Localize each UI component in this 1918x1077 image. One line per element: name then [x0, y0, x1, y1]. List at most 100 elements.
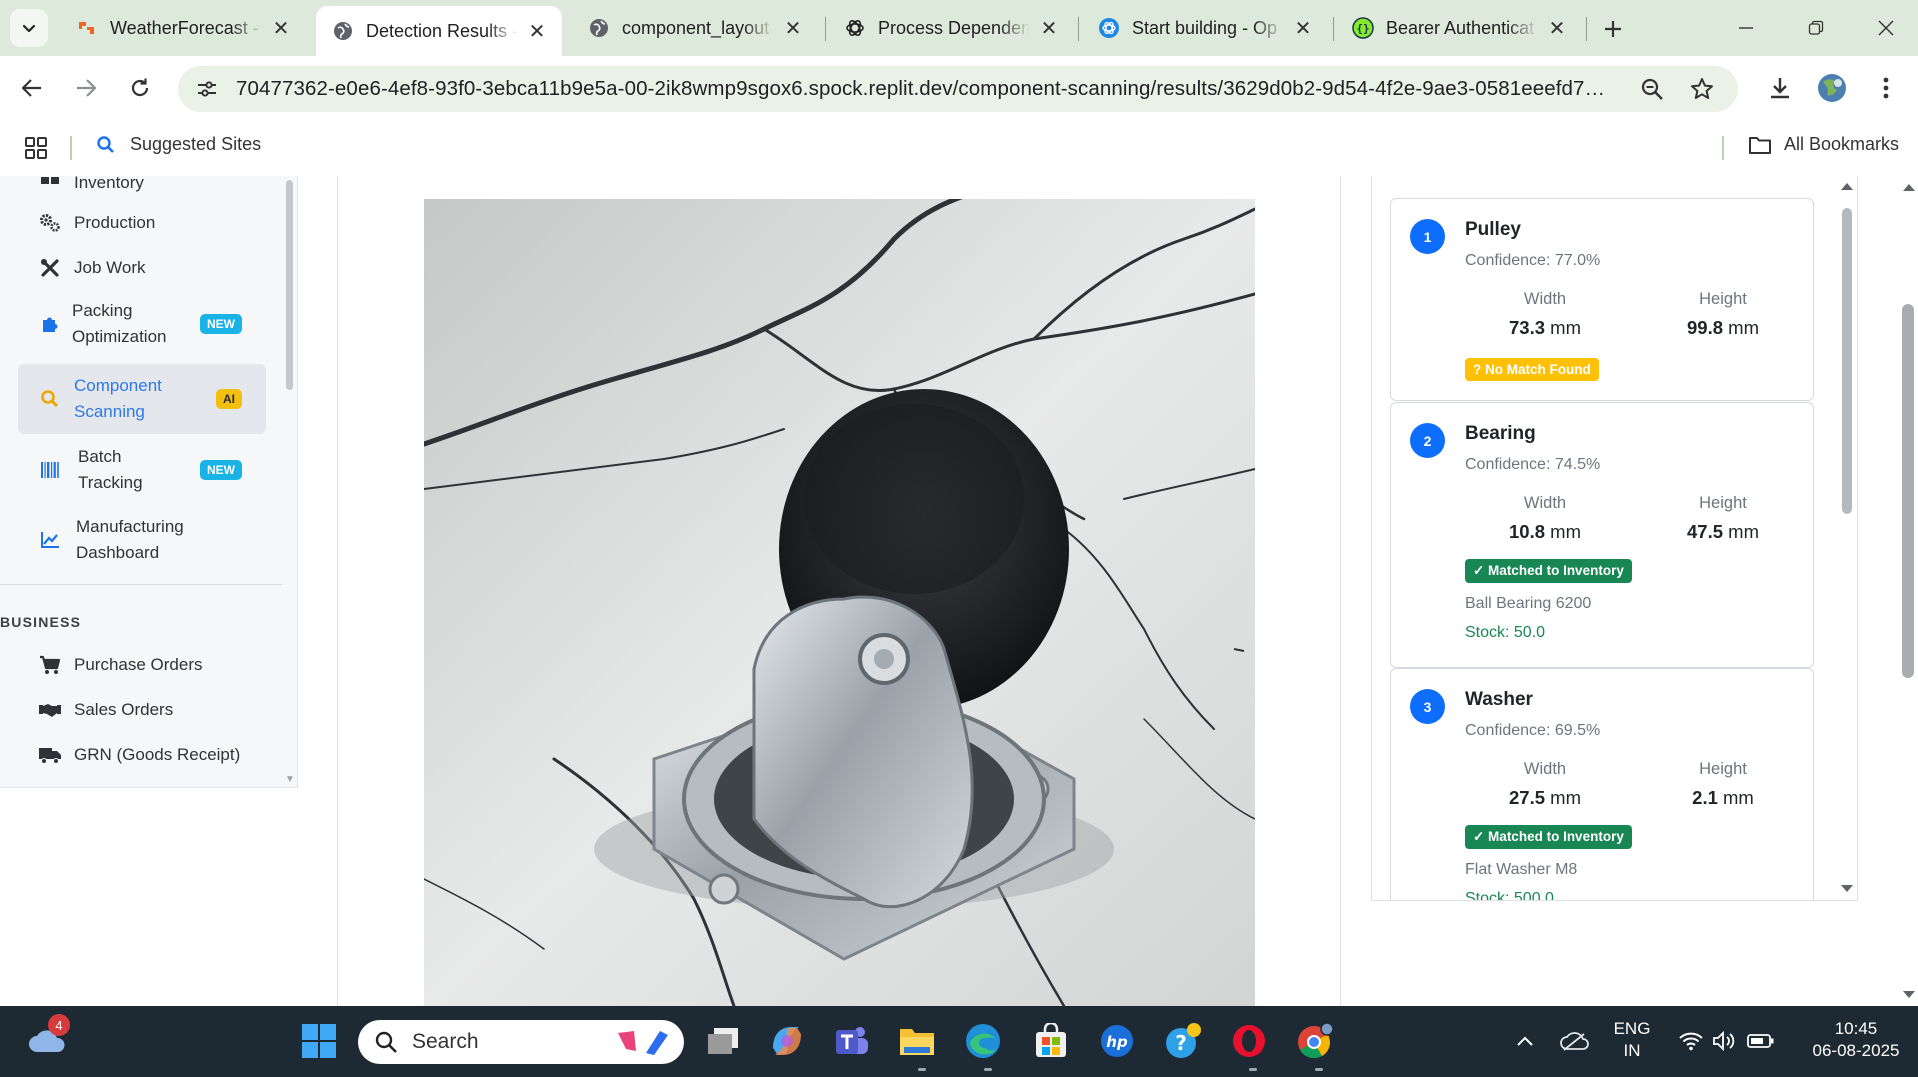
profile-avatar[interactable] — [1814, 70, 1850, 106]
tab-start-building[interactable]: Start building - Op ✕ — [1082, 7, 1328, 49]
battery-icon — [1747, 1034, 1774, 1048]
show-hidden-icons-button[interactable] — [1504, 1020, 1546, 1062]
hp-app[interactable]: hp — [1096, 1020, 1138, 1062]
task-view-button[interactable] — [702, 1020, 744, 1062]
results-scrollbar-thumb[interactable] — [1842, 208, 1852, 514]
new-tab-button[interactable] — [1596, 12, 1630, 46]
clock-date: 06-08-2025 — [1812, 1041, 1900, 1060]
address-bar[interactable]: 70477362-e0e6-4ef8-93f0-3ebca11b9e5a-00-… — [178, 66, 1738, 112]
page-scroll-up-arrow-icon[interactable] — [1902, 182, 1916, 192]
zoom-icon[interactable] — [1638, 75, 1666, 103]
opera-icon — [1233, 1025, 1265, 1057]
detection-card[interactable]: 2 Bearing Confidence: 74.5% Width Height… — [1390, 402, 1814, 668]
sidebar-item-job-work[interactable]: Job Work — [18, 251, 266, 285]
battery-tray[interactable] — [1740, 1020, 1782, 1062]
sidebar-item-purchase-orders[interactable]: Purchase Orders — [18, 648, 266, 682]
copilot-icon — [773, 1027, 801, 1055]
scroll-down-arrow-icon[interactable] — [1840, 884, 1854, 894]
restore-button[interactable] — [1796, 8, 1836, 48]
scroll-down-arrow-icon[interactable]: ▼ — [285, 774, 295, 785]
reload-button[interactable] — [122, 70, 158, 106]
tab-separator — [1078, 17, 1079, 41]
gears-icon — [38, 211, 62, 235]
width-value: 27.5 mm — [1475, 787, 1615, 809]
close-tab-icon[interactable]: ✕ — [1038, 17, 1060, 40]
region-code: IN — [1623, 1041, 1641, 1060]
bookmark-suggested-sites[interactable]: Suggested Sites — [96, 134, 261, 155]
sidebar-item-manufacturing-dashboard[interactable]: Manufacturing Dashboard — [18, 510, 266, 570]
taskbar-search-box[interactable]: Search — [358, 1020, 684, 1064]
get-help-app[interactable]: ? — [1162, 1020, 1204, 1062]
forward-button[interactable] — [68, 70, 104, 106]
minimize-button[interactable] — [1726, 8, 1766, 48]
puzzle-icon — [38, 312, 62, 336]
search-icon — [375, 1031, 397, 1053]
sidebar-item-label: Component Scanning — [74, 376, 162, 421]
weather-widget[interactable]: 4 — [26, 1014, 70, 1062]
close-tab-icon[interactable]: ✕ — [270, 17, 292, 40]
detection-card[interactable]: 3 Washer Confidence: 69.5% Width Height … — [1390, 668, 1814, 900]
content-divider — [337, 176, 338, 1006]
openai-icon — [844, 17, 866, 39]
onedrive-tray[interactable] — [1554, 1020, 1596, 1062]
downloads-button[interactable] — [1762, 70, 1798, 106]
tab-search-button[interactable] — [10, 9, 48, 47]
detection-number-badge: 1 — [1410, 219, 1445, 254]
close-tab-icon[interactable]: ✕ — [1292, 17, 1314, 40]
tab-process-dependencies[interactable]: Process Dependenc ✕ — [828, 7, 1074, 49]
copilot-app[interactable] — [766, 1020, 808, 1062]
opera-app[interactable] — [1228, 1020, 1270, 1062]
microsoft-store-app[interactable] — [1030, 1020, 1072, 1062]
sidebar-item-packing-optimization[interactable]: Packing Optimization NEW — [18, 294, 266, 354]
page-scroll-down-arrow-icon[interactable] — [1902, 990, 1916, 1000]
site-info-icon[interactable] — [194, 76, 220, 102]
close-tab-icon[interactable]: ✕ — [782, 17, 804, 40]
globe-icon — [588, 17, 610, 39]
no-match-badge: ? No Match Found — [1465, 358, 1599, 381]
tab-weatherforecast[interactable]: WeatherForecast - ✕ — [60, 7, 306, 49]
tab-title: Detection Results - — [366, 20, 518, 41]
tab-title: WeatherForecast - — [110, 17, 259, 38]
browser-menu-button[interactable] — [1868, 70, 1904, 106]
tab-detection-results[interactable]: Detection Results - ✕ — [316, 6, 562, 56]
tab-component-layout[interactable]: component_layout ✕ — [572, 7, 818, 49]
bookmarks-separator — [70, 136, 72, 160]
detection-results-panel[interactable]: 1 Pulley Confidence: 77.0% Width Height … — [1371, 176, 1858, 901]
close-tab-icon[interactable]: ✕ — [1546, 17, 1568, 40]
apps-grid-icon[interactable] — [24, 136, 48, 165]
matched-item-name: Ball Bearing 6200 — [1465, 595, 1592, 612]
sidebar-item-component-scanning[interactable]: Component Scanning AI — [18, 364, 266, 434]
start-button[interactable] — [298, 1020, 340, 1062]
close-tab-icon[interactable]: ✕ — [526, 20, 548, 43]
sidebar-item-grn[interactable]: GRN (Goods Receipt) — [18, 738, 266, 772]
new-badge: NEW — [200, 314, 242, 334]
close-window-button[interactable] — [1866, 8, 1906, 48]
back-button[interactable] — [14, 70, 50, 106]
file-explorer-app[interactable] — [896, 1020, 938, 1062]
bookmark-star-icon[interactable] — [1688, 75, 1716, 103]
url-text[interactable]: 70477362-e0e6-4ef8-93f0-3ebca11b9e5a-00-… — [236, 77, 1616, 101]
sidebar-item-label: Packing Optimization — [72, 301, 167, 346]
height-value: 99.8 mm — [1653, 317, 1793, 339]
folder-icon — [1749, 136, 1771, 154]
component-name: Bearing — [1465, 423, 1536, 444]
chrome-app[interactable] — [1294, 1020, 1336, 1062]
tab-bearer-authentication[interactable]: {} Bearer Authenticat ✕ — [1336, 7, 1582, 49]
teams-app[interactable] — [830, 1020, 872, 1062]
all-bookmarks-button[interactable]: All Bookmarks — [1748, 134, 1899, 155]
detection-card[interactable]: 1 Pulley Confidence: 77.0% Width Height … — [1390, 198, 1814, 401]
sidebar-item-sales-orders[interactable]: Sales Orders — [18, 693, 266, 727]
sidebar-item-production[interactable]: Production — [18, 206, 266, 240]
input-language-indicator[interactable]: ENG IN — [1606, 1018, 1658, 1062]
system-clock[interactable]: 10:45 06-08-2025 — [1800, 1018, 1912, 1062]
page-scrollbar-thumb[interactable] — [1902, 304, 1914, 678]
download-icon — [1771, 78, 1789, 99]
sidebar-item-batch-tracking[interactable]: Batch Tracking NEW — [18, 440, 266, 500]
confidence-text: Confidence: 74.5% — [1465, 456, 1601, 473]
scroll-up-arrow-icon[interactable] — [1840, 181, 1854, 191]
unit: mm — [1550, 521, 1581, 542]
sidebar-item-inventory[interactable]: Inventory — [18, 176, 266, 200]
sidebar-scrollbar-thumb[interactable] — [286, 180, 293, 390]
folder-icon — [900, 1029, 934, 1055]
edge-app[interactable] — [962, 1020, 1004, 1062]
